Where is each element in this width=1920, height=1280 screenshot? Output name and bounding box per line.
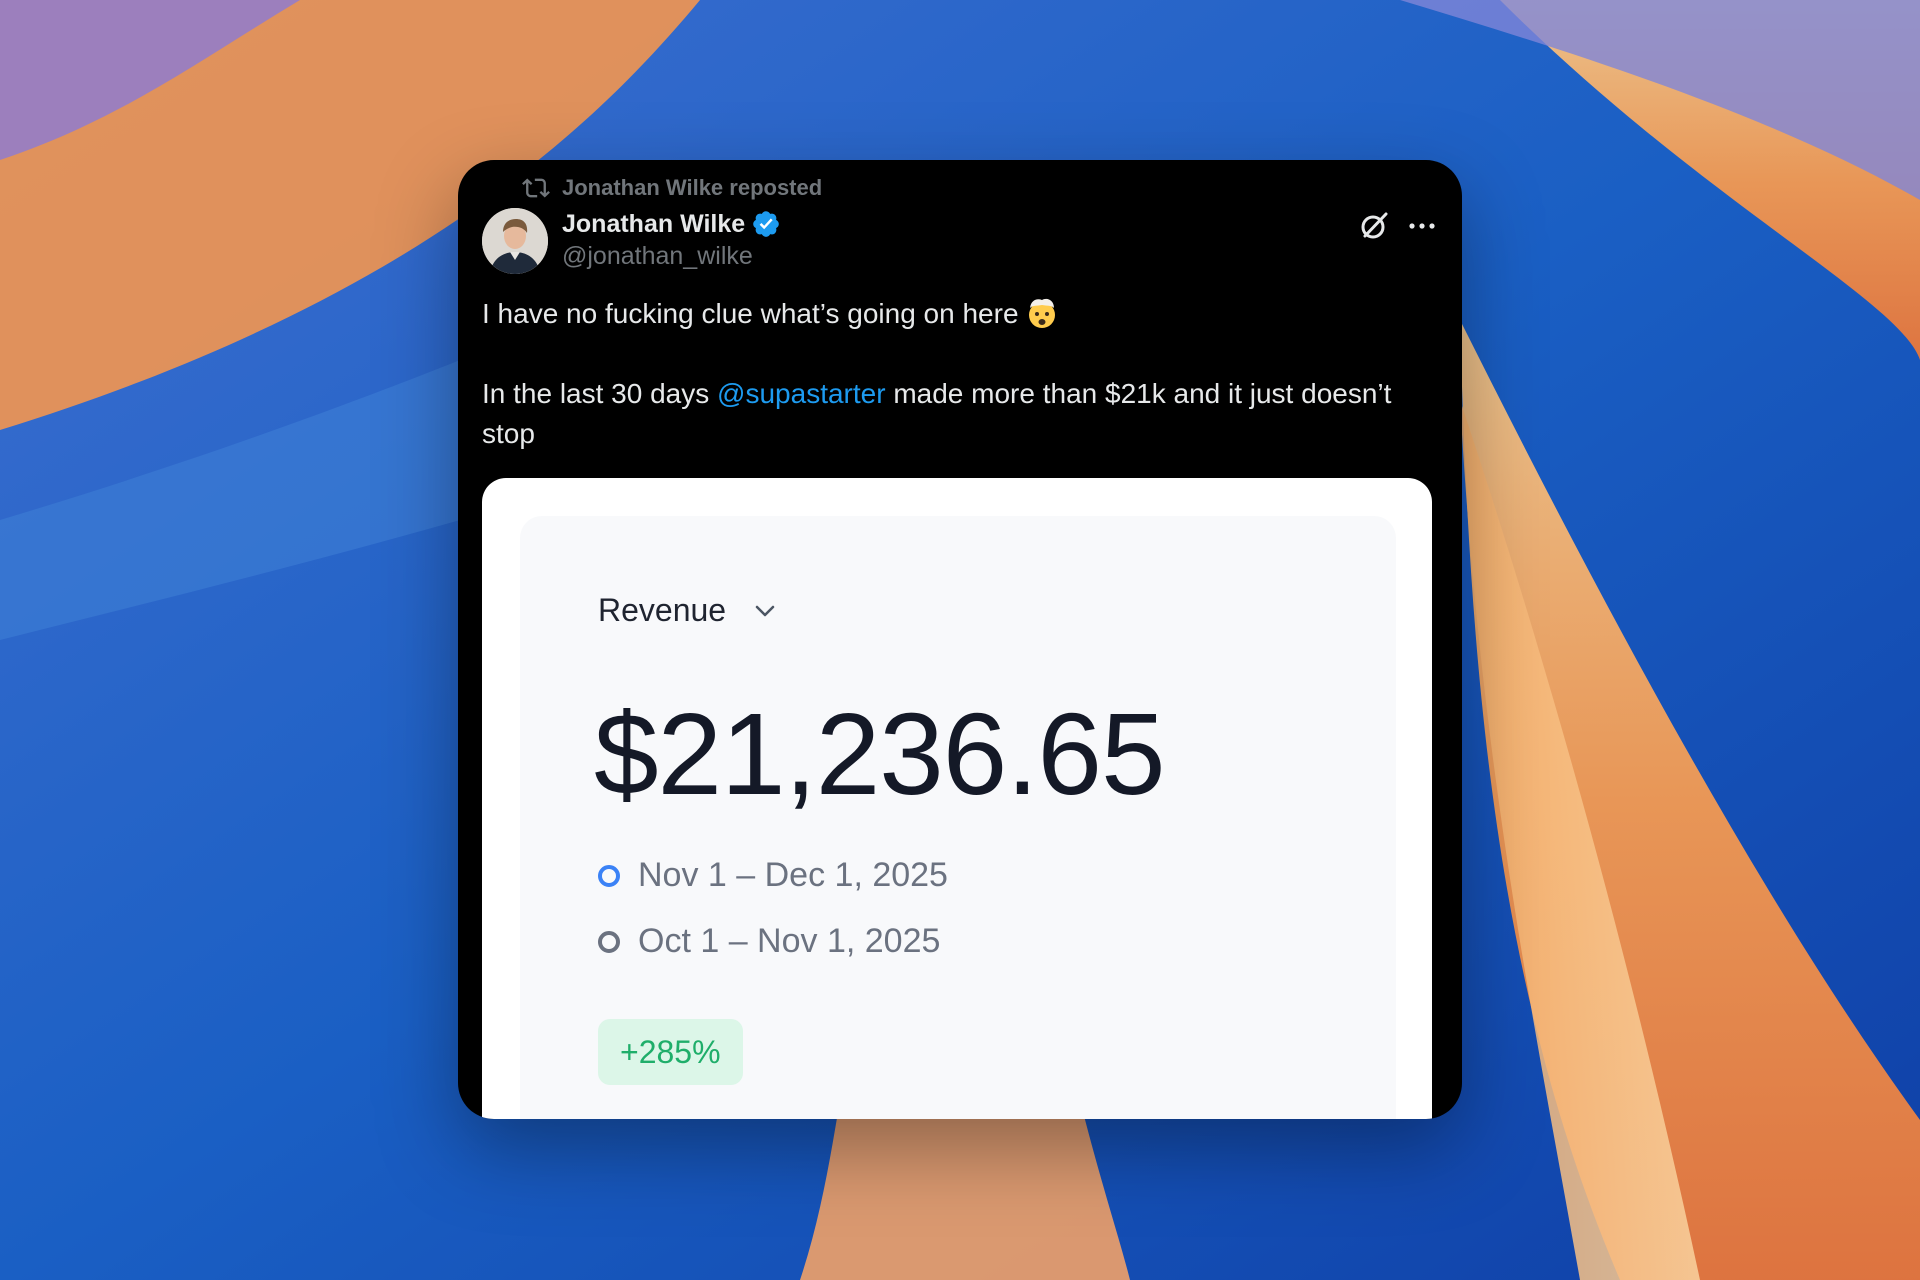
repost-context[interactable]: Jonathan Wilke reposted [522,172,822,204]
author-name[interactable]: Jonathan Wilke [562,206,781,242]
profile-photo [482,208,548,274]
tweet-text: I have no fucking clue what’s going on h… [482,294,1422,454]
grok-icon[interactable] [1356,208,1392,244]
author-handle[interactable]: @jonathan_wilke [562,242,753,271]
previous-period-label: Oct 1 – Nov 1, 2025 [638,922,941,960]
revenue-card: Revenue $21,236.65 Nov 1 – Dec 1, 2025 O… [520,516,1396,1119]
tweet-media-image[interactable]: Revenue $21,236.65 Nov 1 – Dec 1, 2025 O… [482,478,1432,1119]
repost-text: Jonathan Wilke reposted [562,175,823,200]
verified-badge-icon [753,211,779,237]
current-period-label: Nov 1 – Dec 1, 2025 [638,856,948,894]
author-name-text: Jonathan Wilke [562,209,746,238]
metric-label: Revenue [598,592,727,628]
current-period-dot-icon [598,864,620,887]
tweet-card[interactable]: Jonathan Wilke reposted Jonathan Wilke @… [458,160,1462,1119]
repost-icon [522,178,550,198]
chevron-down-icon [755,605,775,616]
metric-dropdown[interactable]: Revenue [598,592,780,629]
tweet-text-line1: I have no fucking clue what’s going on h… [482,294,1422,334]
previous-period-dot-icon [598,930,620,953]
avatar[interactable] [482,208,548,274]
change-badge: +285% [598,1019,743,1085]
mention-link[interactable]: @supastarter [717,378,886,409]
current-period-legend: Nov 1 – Dec 1, 2025 [598,856,948,895]
revenue-total: $21,236.65 [594,689,1166,819]
exploding-head-emoji [1028,298,1055,328]
tweet-text-line2: In the last 30 days @supastarter made mo… [482,378,1392,449]
more-icon[interactable] [1404,208,1440,244]
previous-period-legend: Oct 1 – Nov 1, 2025 [598,922,940,961]
